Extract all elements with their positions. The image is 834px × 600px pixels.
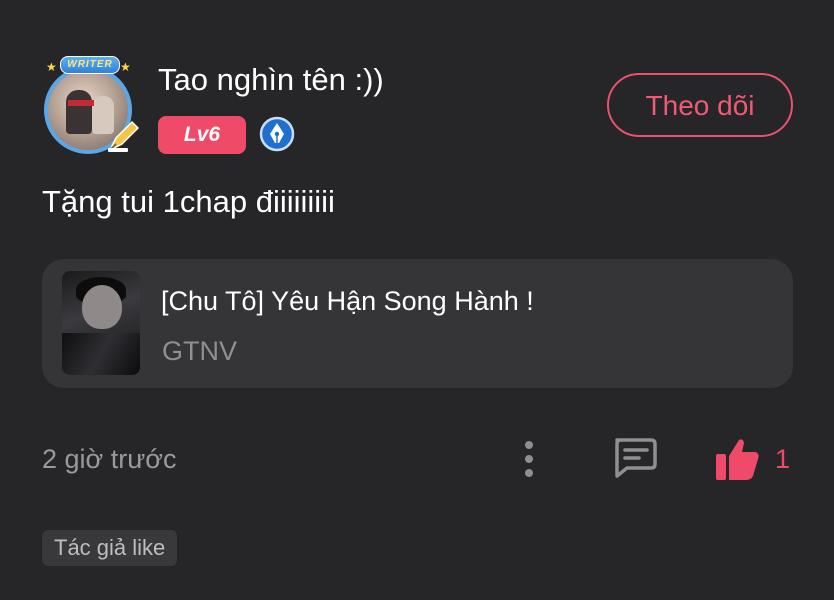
quill-pen-icon [108, 120, 140, 152]
like-count: 1 [775, 444, 791, 474]
thumbs-up-icon [716, 439, 759, 480]
comment-timestamp: 2 giờ trước [42, 444, 177, 474]
star-icon: ★ [120, 60, 131, 74]
book-cover-image [62, 271, 140, 375]
pen-nib-shield-icon [259, 116, 295, 152]
user-avatar[interactable]: ★ ★ WRITER [34, 56, 144, 160]
level-badge: Lv6 [158, 116, 246, 154]
writer-badge: WRITER [60, 56, 120, 74]
author-like-tag: Tác giả like [42, 530, 178, 566]
book-author: GTNV [162, 336, 238, 366]
comment-icon[interactable] [609, 434, 659, 482]
book-title[interactable]: [Chu Tô] Yêu Hận Song Hành ! [161, 286, 534, 317]
user-name[interactable]: Tao nghìn tên :)) [158, 62, 384, 98]
book-card[interactable] [42, 259, 793, 388]
comment-text: Tặng tui 1chap điiiiiiiii [42, 184, 335, 219]
follow-button[interactable]: Theo dõi [607, 73, 793, 137]
like-button[interactable]: 1 [713, 434, 793, 484]
more-vertical-icon[interactable] [514, 437, 544, 481]
star-icon: ★ [46, 60, 57, 74]
